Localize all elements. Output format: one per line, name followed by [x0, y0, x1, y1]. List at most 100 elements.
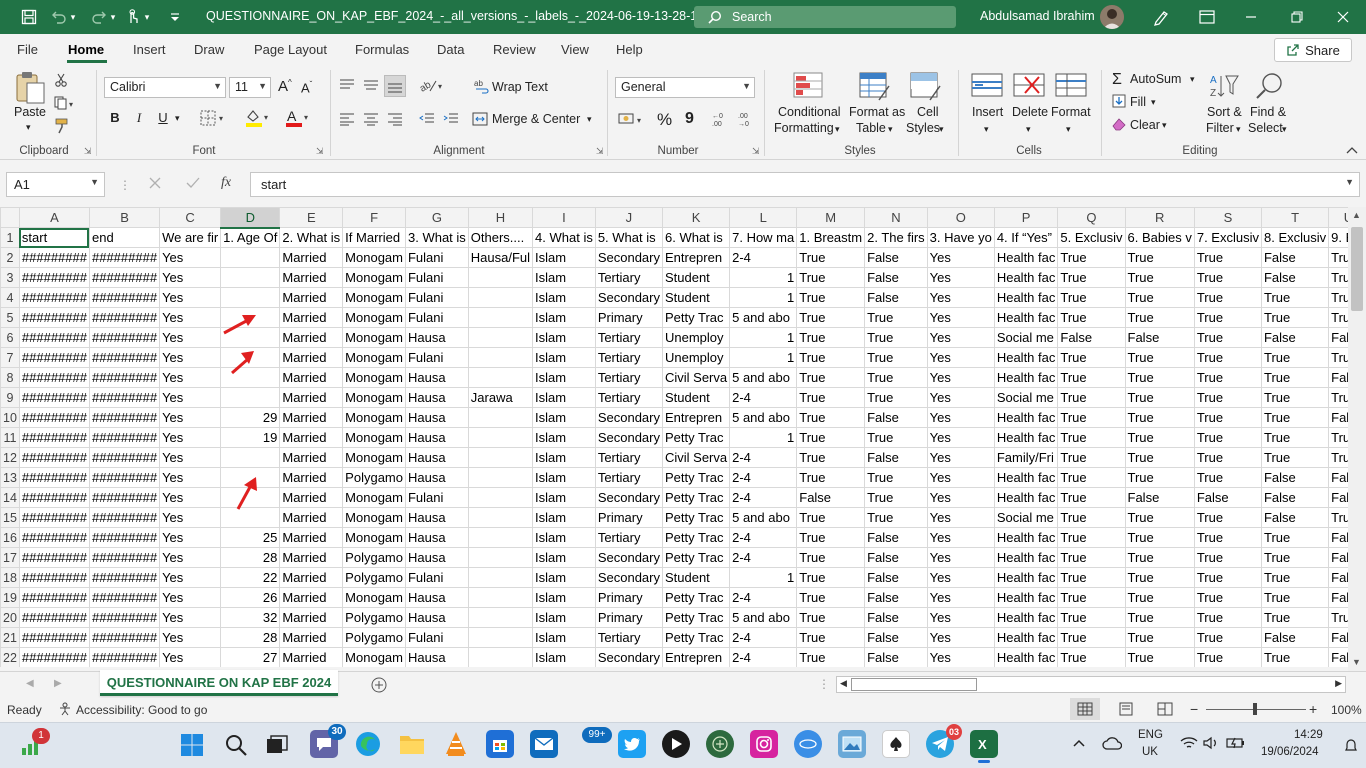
cell[interactable]: 2-4	[729, 467, 798, 488]
cell[interactable]: 2-4	[729, 527, 798, 548]
cell[interactable]: Yes	[926, 487, 995, 508]
undo-dropdown-icon[interactable]: ▾	[66, 0, 80, 34]
cell[interactable]: Trust	[1328, 507, 1348, 528]
cell[interactable]: 1	[729, 427, 798, 448]
cell[interactable]: Polygamo	[342, 467, 406, 488]
cell-styles-label-1[interactable]: Cell	[917, 105, 939, 119]
cell[interactable]: 7. How ma	[729, 227, 798, 248]
cell[interactable]: True	[796, 547, 866, 568]
tab-page-layout[interactable]: Page Layout	[254, 42, 327, 57]
cell[interactable]: Polygamo	[342, 607, 406, 628]
cell[interactable]: True	[1057, 487, 1126, 508]
cell[interactable]: Monogam	[342, 647, 406, 667]
cell[interactable]: 5. Exclusiv	[1057, 227, 1126, 248]
language-indicator-2[interactable]: UK	[1142, 746, 1158, 758]
row-header[interactable]: 3	[0, 267, 20, 288]
cell[interactable]: True	[864, 427, 928, 448]
vertical-scroll-thumb[interactable]	[1351, 227, 1363, 311]
cell[interactable]	[467, 567, 534, 588]
column-header-c[interactable]: C	[159, 207, 222, 228]
cell[interactable]: False	[1193, 487, 1262, 508]
cell[interactable]: #########	[18, 287, 90, 308]
cell[interactable]: 2-4	[729, 547, 798, 568]
cell[interactable]: 32	[220, 607, 281, 628]
cell[interactable]: False	[1328, 407, 1348, 428]
find-select-label-1[interactable]: Find &	[1250, 105, 1286, 119]
row-header[interactable]: 11	[0, 427, 20, 448]
cell[interactable]: False	[1328, 367, 1348, 388]
cell[interactable]: 2. What is	[279, 227, 344, 248]
cell[interactable]: False	[1057, 327, 1126, 348]
cell[interactable]: Islam	[532, 507, 596, 528]
cell[interactable]: Student	[661, 287, 731, 308]
cell[interactable]: Yes	[159, 567, 222, 588]
cell[interactable]: True	[1057, 567, 1126, 588]
cell[interactable]: False	[1328, 467, 1348, 488]
cell[interactable]: Student	[661, 567, 731, 588]
cell[interactable]: Married	[279, 387, 344, 408]
cell[interactable]: Monogam	[342, 267, 406, 288]
cell[interactable]: Married	[279, 547, 344, 568]
cell[interactable]: 2-4	[729, 447, 798, 468]
wrap-text-icon[interactable]: ab	[474, 78, 490, 94]
cell[interactable]: False	[1328, 527, 1348, 548]
cell[interactable]: False	[1328, 627, 1348, 648]
cell[interactable]: True	[796, 407, 866, 428]
cell[interactable]: Monogam	[342, 327, 406, 348]
cell[interactable]: Yes	[926, 347, 995, 368]
cell[interactable]: #########	[88, 627, 161, 648]
cell[interactable]: 27	[220, 647, 281, 667]
accounting-format-icon[interactable]: ▾	[618, 110, 648, 128]
file-explorer-icon[interactable]	[398, 730, 426, 758]
cell[interactable]: Yes	[926, 427, 995, 448]
cell[interactable]: Yes	[926, 267, 995, 288]
cell[interactable]: Yes	[159, 247, 222, 268]
sheet-tab-active[interactable]: QUESTIONNAIRE ON KAP EBF 2024	[100, 670, 338, 696]
cell[interactable]: Monogam	[342, 307, 406, 328]
cell[interactable]	[467, 427, 534, 448]
cell[interactable]: True	[1193, 407, 1262, 428]
cell[interactable]: Hausa	[404, 467, 469, 488]
cell[interactable]: Tertiary	[594, 447, 663, 468]
cell[interactable]: Petty Trac	[661, 427, 731, 448]
cell[interactable]: False	[1328, 587, 1348, 608]
cell[interactable]: Monogam	[342, 507, 406, 528]
cell[interactable]: Fulani	[404, 627, 469, 648]
cell[interactable]: False	[864, 547, 928, 568]
customize-toolbar-icon[interactable]	[160, 0, 190, 34]
cell[interactable]: Monogam	[342, 407, 406, 428]
clear-label[interactable]: Clear	[1130, 118, 1160, 132]
cell[interactable]: Health fac	[993, 267, 1059, 288]
cell[interactable]: False	[864, 247, 928, 268]
cell[interactable]: Tertiary	[594, 267, 663, 288]
increase-indent-icon[interactable]	[442, 112, 460, 126]
cell[interactable]: Yes	[159, 327, 222, 348]
cell[interactable]: #########	[18, 587, 90, 608]
autosum-label[interactable]: AutoSum	[1130, 72, 1181, 86]
cell[interactable]: True	[1057, 527, 1126, 548]
cell[interactable]: #########	[18, 607, 90, 628]
cell[interactable]: Yes	[926, 607, 995, 628]
cell[interactable]: Fulani	[404, 287, 469, 308]
cell[interactable]: Islam	[532, 447, 596, 468]
cell[interactable]: 4. If “Yes”	[993, 227, 1059, 248]
format-painter-icon[interactable]	[54, 118, 70, 134]
cell[interactable]: True	[1193, 387, 1262, 408]
chevron-down-icon[interactable]: ▾	[1066, 124, 1071, 135]
cell[interactable]	[467, 647, 534, 667]
cell[interactable]: 2-4	[729, 627, 798, 648]
cell[interactable]: Fulani	[404, 267, 469, 288]
row-header[interactable]: 5	[0, 307, 20, 328]
cell[interactable]: Monogam	[342, 427, 406, 448]
cell[interactable]: Married	[279, 607, 344, 628]
column-header-k[interactable]: K	[661, 207, 731, 228]
format-as-table-label-2[interactable]: Table	[856, 121, 886, 135]
cell[interactable]: Secondary	[594, 407, 663, 428]
cell[interactable]: Health fac	[993, 627, 1059, 648]
cell-table[interactable]: ABCDEFGHIJKLMNOPQRSTU 1startendWe are fi…	[0, 207, 1348, 667]
cell[interactable]: True	[1124, 567, 1195, 588]
cell[interactable]: Fulani	[404, 347, 469, 368]
cell[interactable]: #########	[18, 407, 90, 428]
cell[interactable]: #########	[88, 427, 161, 448]
edge-browser-icon[interactable]	[354, 730, 382, 758]
